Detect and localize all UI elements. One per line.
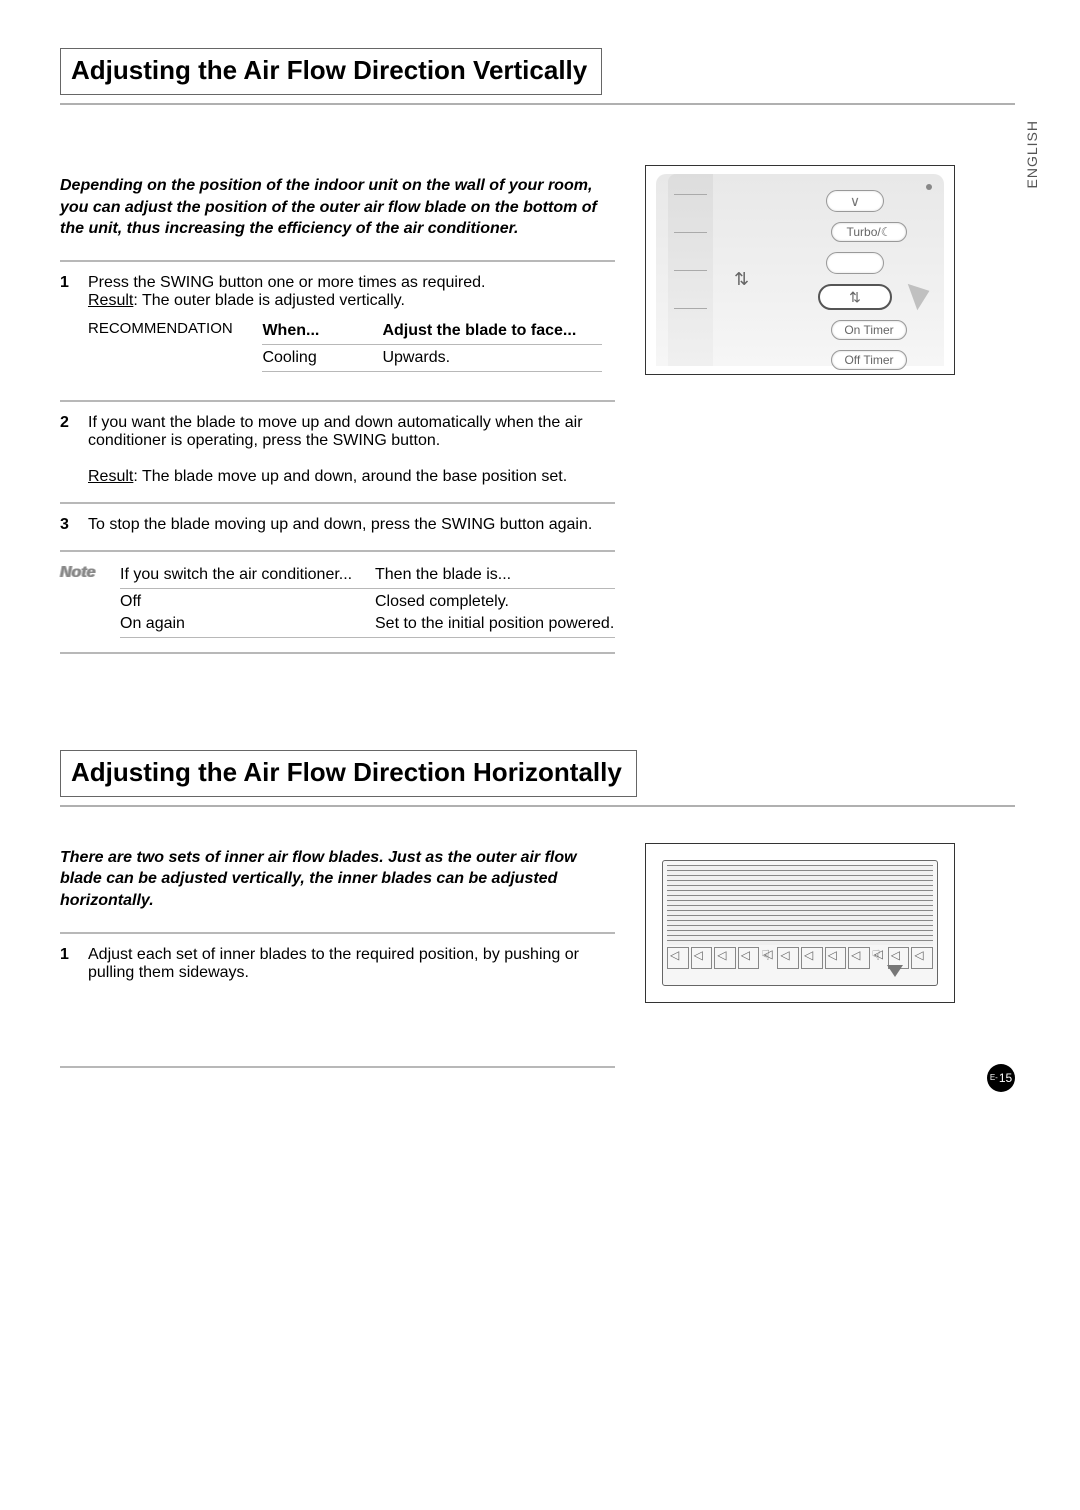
step-2: 2 If you want the blade to move up and d… xyxy=(60,408,615,496)
divider xyxy=(262,371,602,372)
divider xyxy=(262,344,602,345)
rec-cell-when: Cooling xyxy=(262,349,382,367)
result-label: Result xyxy=(88,292,133,309)
page-number-value: 15 xyxy=(999,1071,1012,1085)
note-cell: On again xyxy=(120,615,375,633)
note-cell: Closed completely. xyxy=(375,593,615,611)
section-title: Adjusting the Air Flow Direction Vertica… xyxy=(71,55,587,86)
result-text: : The outer blade is adjusted vertically… xyxy=(133,292,405,309)
rec-cell-adjust: Upwards. xyxy=(382,349,602,367)
indicator-dot-icon xyxy=(926,184,932,190)
note-hdr-then: Then the blade is... xyxy=(375,566,615,584)
step-1: 1 Adjust each set of inner blades to the… xyxy=(60,940,615,1060)
divider xyxy=(120,637,615,638)
divider xyxy=(60,932,615,934)
note-hdr-if: If you switch the air conditioner... xyxy=(120,566,375,584)
step-text: To stop the blade moving up and down, pr… xyxy=(88,516,592,533)
page-number-prefix: E- xyxy=(990,1073,998,1082)
step-number: 3 xyxy=(60,516,88,534)
section-title: Adjusting the Air Flow Direction Horizon… xyxy=(71,757,622,788)
hand-icon: ☟ xyxy=(761,947,775,969)
divider xyxy=(60,550,615,552)
divider xyxy=(60,805,1015,807)
divider xyxy=(60,260,615,262)
step-number: 1 xyxy=(60,946,88,1050)
divider xyxy=(60,502,615,504)
recommendation-table: When... Adjust the blade to face... Cool… xyxy=(262,320,602,374)
swing-button: ⇅ xyxy=(818,284,892,310)
step-text: Press the SWING button one or more times… xyxy=(88,274,486,291)
hand-icon: ☟ xyxy=(872,947,886,969)
indoor-unit-figure: ☟ ☟ xyxy=(645,843,955,1003)
section-heading-vertical: Adjusting the Air Flow Direction Vertica… xyxy=(60,48,602,95)
divider xyxy=(60,103,1015,105)
off-timer-button: Off Timer xyxy=(831,350,907,370)
note-label: Note xyxy=(60,564,120,640)
rec-header-when: When... xyxy=(262,322,382,340)
step-3: 3 To stop the blade moving up and down, … xyxy=(60,510,615,544)
divider xyxy=(60,1066,615,1068)
section-heading-horizontal: Adjusting the Air Flow Direction Horizon… xyxy=(60,750,637,797)
step-number: 1 xyxy=(60,274,88,384)
step-number: 2 xyxy=(60,414,88,486)
remote-control-figure: ⇅ ∨ Turbo/☾ ⇅ On Timer Off Timer xyxy=(645,165,955,375)
on-timer-button: On Timer xyxy=(831,320,907,340)
page-number: E-15 xyxy=(987,1064,1015,1092)
recommendation-label: RECOMMENDATION xyxy=(88,320,258,337)
intro-text: Depending on the position of the indoor … xyxy=(60,175,615,240)
down-button: ∨ xyxy=(826,190,884,212)
divider xyxy=(60,400,615,402)
turbo-button: Turbo/☾ xyxy=(831,222,907,242)
note-block: Note If you switch the air conditioner..… xyxy=(60,558,615,646)
result-label: Result xyxy=(88,468,133,485)
ac-grille-icon xyxy=(667,865,933,945)
note-cell: Set to the initial position powered. xyxy=(375,615,615,633)
rec-header-adjust: Adjust the blade to face... xyxy=(382,322,602,340)
arrow-down-icon xyxy=(887,965,903,977)
divider xyxy=(120,588,615,589)
mode-button xyxy=(826,252,884,274)
note-cell: Off xyxy=(120,593,375,611)
step-text: If you want the blade to move up and dow… xyxy=(88,414,583,449)
intro-text: There are two sets of inner air flow bla… xyxy=(60,847,615,912)
swing-icon: ⇅ xyxy=(734,269,749,290)
language-tab: ENGLISH xyxy=(1024,120,1040,188)
divider xyxy=(60,652,615,654)
step-1: 1 Press the SWING button one or more tim… xyxy=(60,268,615,394)
result-text: : The blade move up and down, around the… xyxy=(133,468,567,485)
step-text: Adjust each set of inner blades to the r… xyxy=(88,946,579,981)
